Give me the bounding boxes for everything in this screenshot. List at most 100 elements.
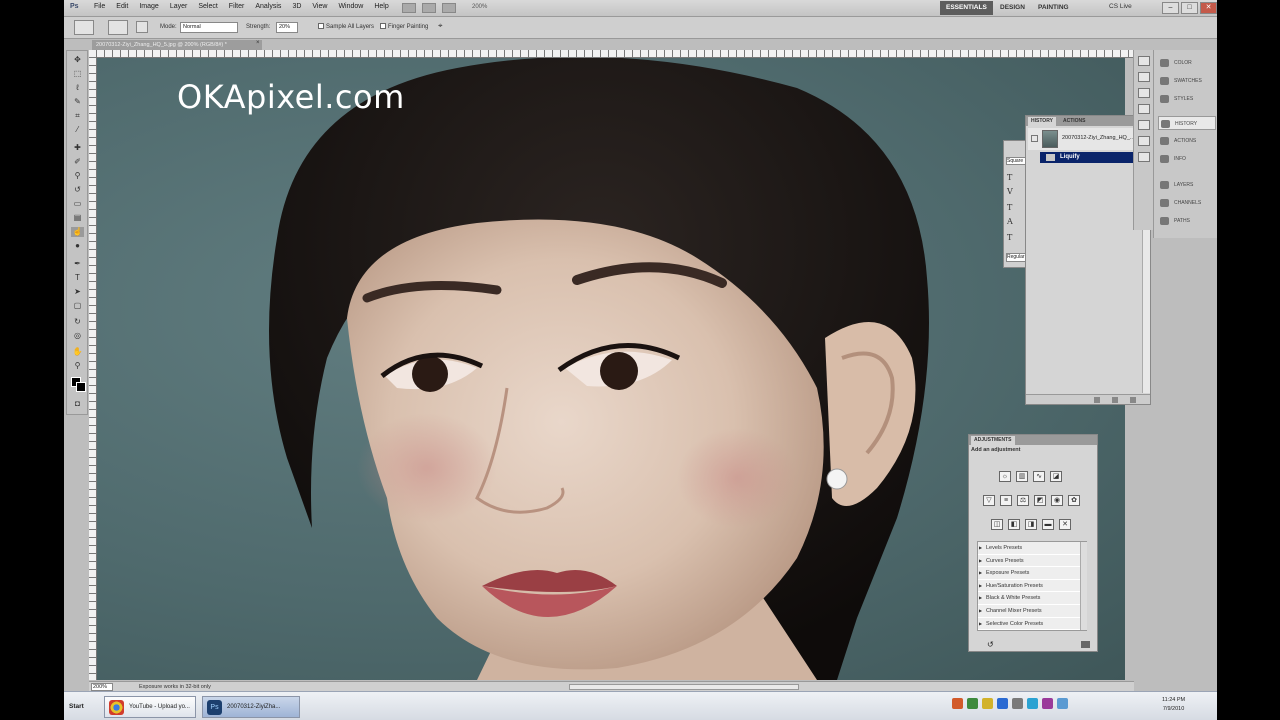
hand-tool-icon[interactable]: ✋ [71, 347, 84, 357]
brightness-contrast-icon[interactable]: ☼ [999, 471, 1011, 482]
clip-icon[interactable] [1081, 641, 1090, 648]
photo-filter-icon[interactable]: ◉ [1051, 495, 1063, 506]
type-tool-icon[interactable]: T [71, 273, 84, 283]
invert-icon[interactable]: ◫ [991, 519, 1003, 530]
taskbar-clock[interactable]: 11:24 PM 7/9/2010 [1162, 696, 1185, 714]
crop-tool-icon[interactable]: ⌗ [71, 111, 84, 121]
move-tool-icon[interactable]: ✥ [71, 55, 84, 65]
maximize-button[interactable]: □ [1181, 2, 1198, 14]
posterize-icon[interactable]: ◧ [1008, 519, 1020, 530]
preset-hue-saturation[interactable]: Hue/Saturation Presets [978, 580, 1086, 593]
tray-icon-2[interactable] [967, 698, 978, 709]
menu-file[interactable]: File [94, 3, 105, 10]
brush-preset-picker[interactable] [108, 20, 128, 35]
curves-icon[interactable]: ∿ [1033, 471, 1045, 482]
menu-image[interactable]: Image [139, 3, 158, 10]
new-snapshot-icon[interactable] [1112, 397, 1118, 403]
menu-select[interactable]: Select [198, 3, 217, 10]
status-info-text[interactable]: Exposure works in 32-bit only [139, 684, 211, 690]
bridge-icon[interactable] [402, 3, 416, 13]
history-snapshot[interactable]: 20070312-Ziyi_Zhang_HQ_... [1028, 128, 1148, 150]
taskbar-chrome[interactable]: YouTube - Upload yo... [104, 696, 196, 718]
new-document-icon[interactable] [1094, 397, 1100, 403]
preset-channel-mixer[interactable]: Channel Mixer Presets [978, 605, 1086, 618]
marquee-tool-icon[interactable]: ⬚ [71, 69, 84, 79]
smudge-tool-icon[interactable]: ☝ [71, 227, 84, 237]
status-zoom-field[interactable]: 200% [91, 683, 113, 691]
path-select-tool-icon[interactable]: ➤ [71, 287, 84, 297]
preset-selective-color[interactable]: Selective Color Presets [978, 618, 1086, 631]
minimize-button[interactable]: – [1162, 2, 1179, 14]
tray-icon-6[interactable] [1027, 698, 1038, 709]
brush-tool-icon[interactable]: ✐ [71, 157, 84, 167]
menu-window[interactable]: Window [338, 3, 363, 10]
menu-3d[interactable]: 3D [292, 3, 301, 10]
tray-icon-3[interactable] [982, 698, 993, 709]
history-brush-tool-icon[interactable]: ↺ [71, 185, 84, 195]
volume-icon[interactable] [1057, 698, 1068, 709]
dock-icon-4[interactable] [1137, 104, 1150, 114]
exposure-icon[interactable]: ◪ [1050, 471, 1062, 482]
dock-icon-5[interactable] [1137, 120, 1150, 130]
preset-black-white[interactable]: Black & White Presets [978, 592, 1086, 605]
mode-select[interactable]: Normal [180, 22, 238, 33]
brush-panel-icon[interactable] [136, 21, 148, 33]
tab-adjustments[interactable]: ADJUSTMENTS [971, 436, 1015, 445]
menu-filter[interactable]: Filter [229, 3, 245, 10]
pen-tool-icon[interactable]: ✒ [71, 259, 84, 269]
tab-history[interactable]: HISTORY [1028, 117, 1056, 126]
return-icon[interactable]: ↺ [987, 640, 994, 649]
workspace-design[interactable]: DESIGN [994, 1, 1031, 15]
3d-orbit-tool-icon[interactable]: ◎ [71, 331, 84, 341]
threshold-icon[interactable]: ◨ [1025, 519, 1037, 530]
document-tab[interactable]: 20070312-Ziyi_Zhang_HQ_5.jpg @ 200% (RGB… [92, 40, 262, 50]
sample-all-layers-checkbox[interactable] [318, 23, 324, 29]
quick-select-tool-icon[interactable]: ✎ [71, 97, 84, 107]
menu-help[interactable]: Help [374, 3, 388, 10]
preset-levels[interactable]: Levels Presets [978, 542, 1086, 555]
delete-state-icon[interactable] [1130, 397, 1136, 403]
workspace-painting[interactable]: PAINTING [1032, 1, 1075, 15]
eraser-tool-icon[interactable]: ▭ [71, 199, 84, 209]
smudge-tool-preset-icon[interactable] [74, 20, 94, 35]
color-balance-icon[interactable]: ⚖ [1017, 495, 1029, 506]
menu-view[interactable]: View [312, 3, 327, 10]
dock-icon-7[interactable] [1137, 152, 1150, 162]
minibridge-icon[interactable] [422, 3, 436, 13]
black-white-icon[interactable]: ◩ [1034, 495, 1046, 506]
menu-edit[interactable]: Edit [116, 3, 128, 10]
dock-history[interactable]: HISTORY [1158, 116, 1216, 130]
preset-curves[interactable]: Curves Presets [978, 555, 1086, 568]
strength-input[interactable]: 20% [276, 22, 298, 33]
workspace-essentials[interactable]: ESSENTIALS [940, 1, 993, 15]
dock-color[interactable]: COLOR [1158, 56, 1216, 70]
selective-color-icon[interactable]: ✕ [1059, 519, 1071, 530]
dock-icon-3[interactable] [1137, 88, 1150, 98]
dock-icon-1[interactable] [1137, 56, 1150, 66]
history-step-liquify[interactable]: Liquify [1040, 152, 1142, 163]
cs-live-button[interactable]: CS Live [1109, 3, 1132, 10]
background-color-swatch[interactable] [76, 382, 86, 392]
dock-icon-6[interactable] [1137, 136, 1150, 146]
quick-mask-icon[interactable]: ◘ [71, 399, 84, 409]
gradient-map-icon[interactable]: ▬ [1042, 519, 1054, 530]
hand-tool-icon[interactable] [442, 3, 456, 13]
finger-painting-checkbox[interactable] [380, 23, 386, 29]
dock-icon-2[interactable] [1137, 72, 1150, 82]
hue-saturation-icon[interactable]: ≡ [1000, 495, 1012, 506]
taskbar-photoshop[interactable]: Ps 20070312-ZiyiZha... [202, 696, 300, 718]
tray-icon-7[interactable] [1042, 698, 1053, 709]
vibrance-icon[interactable]: ▽ [983, 495, 995, 506]
eyedropper-tool-icon[interactable]: ⁄ [71, 125, 84, 135]
document-tab-close-icon[interactable]: × [256, 40, 260, 46]
ruler-vertical[interactable] [89, 58, 97, 680]
healing-brush-tool-icon[interactable]: ✚ [71, 143, 84, 153]
close-button[interactable]: ✕ [1200, 2, 1217, 14]
dock-paths[interactable]: PATHS [1158, 214, 1216, 228]
channel-mixer-icon[interactable]: ✿ [1068, 495, 1080, 506]
dodge-tool-icon[interactable]: ● [71, 241, 84, 251]
zoom-level[interactable]: 200% [472, 4, 487, 10]
tray-icon-1[interactable] [952, 698, 963, 709]
ruler-horizontal[interactable] [89, 50, 1134, 58]
tray-icon-5[interactable] [1012, 698, 1023, 709]
